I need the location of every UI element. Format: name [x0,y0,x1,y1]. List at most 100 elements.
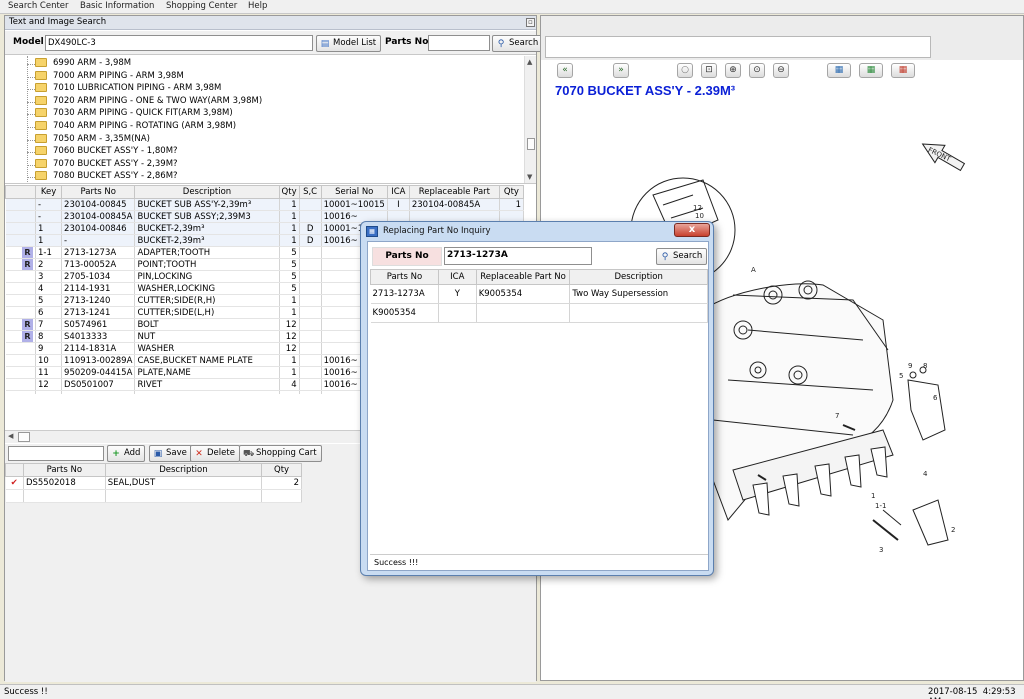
callout-4[interactable]: 4 [923,470,928,478]
image-save-icon[interactable]: ▦ [891,63,915,78]
cell-description: BUCKET SUB ASS'Y-2,39m³ [134,198,280,211]
scroll-down-icon[interactable]: ▼ [527,173,532,181]
callout-8[interactable]: 8 [923,362,927,370]
search-button[interactable]: ⚲ Search [492,35,544,52]
col-key[interactable]: Key [35,185,63,199]
cart-part-no: DS5502018 [23,476,106,490]
cell-qty: 5 [279,270,300,283]
cell-parts-no: S0574961 [61,318,136,331]
add-button[interactable]: + Add [107,445,146,462]
tree-guide-line [27,114,35,116]
previous-page-icon[interactable]: « [557,63,573,78]
tree-item[interactable]: 7020 ARM PIPING - ONE & TWO WAY(ARM 3,98… [35,95,262,108]
zoom-out-icon[interactable]: ⊖ [773,63,789,78]
col-ica[interactable]: ICA [386,185,410,199]
panel-title: Text and Image Search [9,17,107,27]
tree-item[interactable]: 7050 ARM - 3,35M(NA) [35,133,150,146]
model-input[interactable]: DX490LC-3 [45,35,313,51]
callout-9[interactable]: 9 [908,362,912,370]
next-page-icon[interactable]: » [613,63,629,78]
tree-item[interactable]: 7040 ARM PIPING - ROTATING (ARM 3,98M) [35,121,236,133]
image-print-icon[interactable]: ▦ [859,63,883,78]
horizontal-scroll-thumb[interactable] [18,432,30,442]
drawing-info-box [545,36,931,58]
callout-6[interactable]: 6 [933,394,938,402]
tree-item[interactable]: 7000 ARM PIPING - ARM 3,98M [35,70,184,83]
cart-col-description[interactable]: Description [104,463,263,477]
parts-row[interactable]: -230104-00845 BUCKET SUB ASS'Y-2,39m³ 1 100… [5,198,525,211]
rcol-description[interactable]: Description [569,269,708,285]
cell-qty: 12 [279,330,300,343]
menu-shopping-center[interactable]: Shopping Center [166,1,237,11]
zoom-fit-icon[interactable]: ⊙ [749,63,765,78]
replacement-row[interactable]: K9005354 [370,303,708,323]
tree-scroll-thumb[interactable] [527,138,535,150]
menu-bar: Search Center Basic Information Shopping… [0,0,1024,14]
cart-part-input[interactable] [8,446,104,461]
col-sc[interactable]: S,C [298,185,322,199]
cell-sc [299,258,322,271]
shopping-cart-button-label: Shopping Cart [256,448,317,458]
image-export-icon[interactable]: ▦ [827,63,851,78]
cart-col-parts-no[interactable]: Parts No [22,463,106,477]
tree-item[interactable]: 7010 LUBRICATION PIPING - ARM 3,98M [35,83,221,95]
cell-sc [299,318,322,331]
tree-item[interactable]: 7060 BUCKET ASS'Y - 1,80M? [35,146,178,158]
dialog-search-button[interactable]: ⚲ Search [656,248,708,265]
zoom-area-icon[interactable]: ⊡ [701,63,717,78]
col-replaceable-part[interactable]: Replaceable Part [408,185,500,199]
callout-12[interactable]: 12 [693,204,702,212]
callout-5[interactable]: 5 [899,372,903,380]
dialog-parts-no-input[interactable]: 2713-1273A [444,247,592,265]
callout-3[interactable]: 3 [879,546,883,554]
delete-button[interactable]: ✕ Delete [190,445,240,462]
col-replaceable-qty[interactable]: Qty [498,185,525,199]
col-parts-no[interactable]: Parts No [61,185,136,199]
cell-sc [299,366,322,379]
cart-qty[interactable]: 2 [261,476,302,490]
rcol-parts-no[interactable]: Parts No [370,269,439,285]
close-button[interactable]: x [674,223,710,237]
rcol-ica[interactable]: ICA [437,269,477,285]
menu-basic-information[interactable]: Basic Information [80,1,154,11]
replace-flag-badge[interactable]: R [22,319,34,330]
tree-scrollbar[interactable]: ▲ ▼ [524,56,536,183]
callout-10[interactable]: 10 [695,212,704,220]
callout-7[interactable]: 7 [835,412,839,420]
home-icon[interactable]: ○ [677,63,693,78]
cart-col-qty[interactable]: Qty [261,463,302,477]
replacement-row[interactable]: 2713-1273A Y K9005354 Two Way Supersessi… [370,284,708,304]
rcol-replaceable-part-no[interactable]: Replaceable Part No [475,269,571,285]
cell-sc [299,354,322,367]
cell-flag [5,354,37,367]
tree-item[interactable]: 6990 ARM - 3,98M [35,58,131,70]
cart-row[interactable]: ✔ DS5502018 SEAL,DUST 2 [5,476,302,490]
col-qty[interactable]: Qty [278,185,300,199]
dialog-title-bar[interactable]: ▦ Replacing Part No Inquiry x [361,222,713,241]
col-serial-no[interactable]: Serial No [320,185,388,199]
save-button[interactable]: ▣ Save [149,445,192,462]
cell-key: - [35,210,63,223]
pin-icon[interactable]: ▫ [526,18,535,27]
menu-help[interactable]: Help [248,1,267,11]
folder-icon [35,83,47,93]
tree-item[interactable]: 7030 ARM PIPING - QUICK FIT(ARM 3,98M) [35,108,233,120]
tree-item[interactable]: 7070 BUCKET ASS'Y - 2,39M? [35,158,178,171]
model-list-button[interactable]: ▤ Model List [316,35,382,52]
replace-flag-badge[interactable]: R [22,247,34,258]
callout-1-1[interactable]: 1-1 [875,502,886,510]
shopping-cart-button[interactable]: ⛟ Shopping Cart [239,445,322,462]
callout-1[interactable]: 1 [871,492,875,500]
replace-flag-badge[interactable]: R [22,259,34,270]
menu-search-center[interactable]: Search Center [8,1,69,11]
cell-flag [5,378,37,391]
callout-2[interactable]: 2 [951,526,955,534]
scroll-left-icon[interactable]: ◀ [8,432,13,440]
col-description[interactable]: Description [134,185,280,199]
scroll-up-icon[interactable]: ▲ [527,58,532,66]
replace-flag-badge[interactable]: R [22,331,34,342]
zoom-in-icon[interactable]: ⊕ [725,63,741,78]
tree-item[interactable]: 7080 BUCKET ASS'Y - 2,86M? [35,171,178,183]
cart-check-icon[interactable]: ✔ [5,476,24,490]
parts-no-input[interactable] [428,35,490,51]
